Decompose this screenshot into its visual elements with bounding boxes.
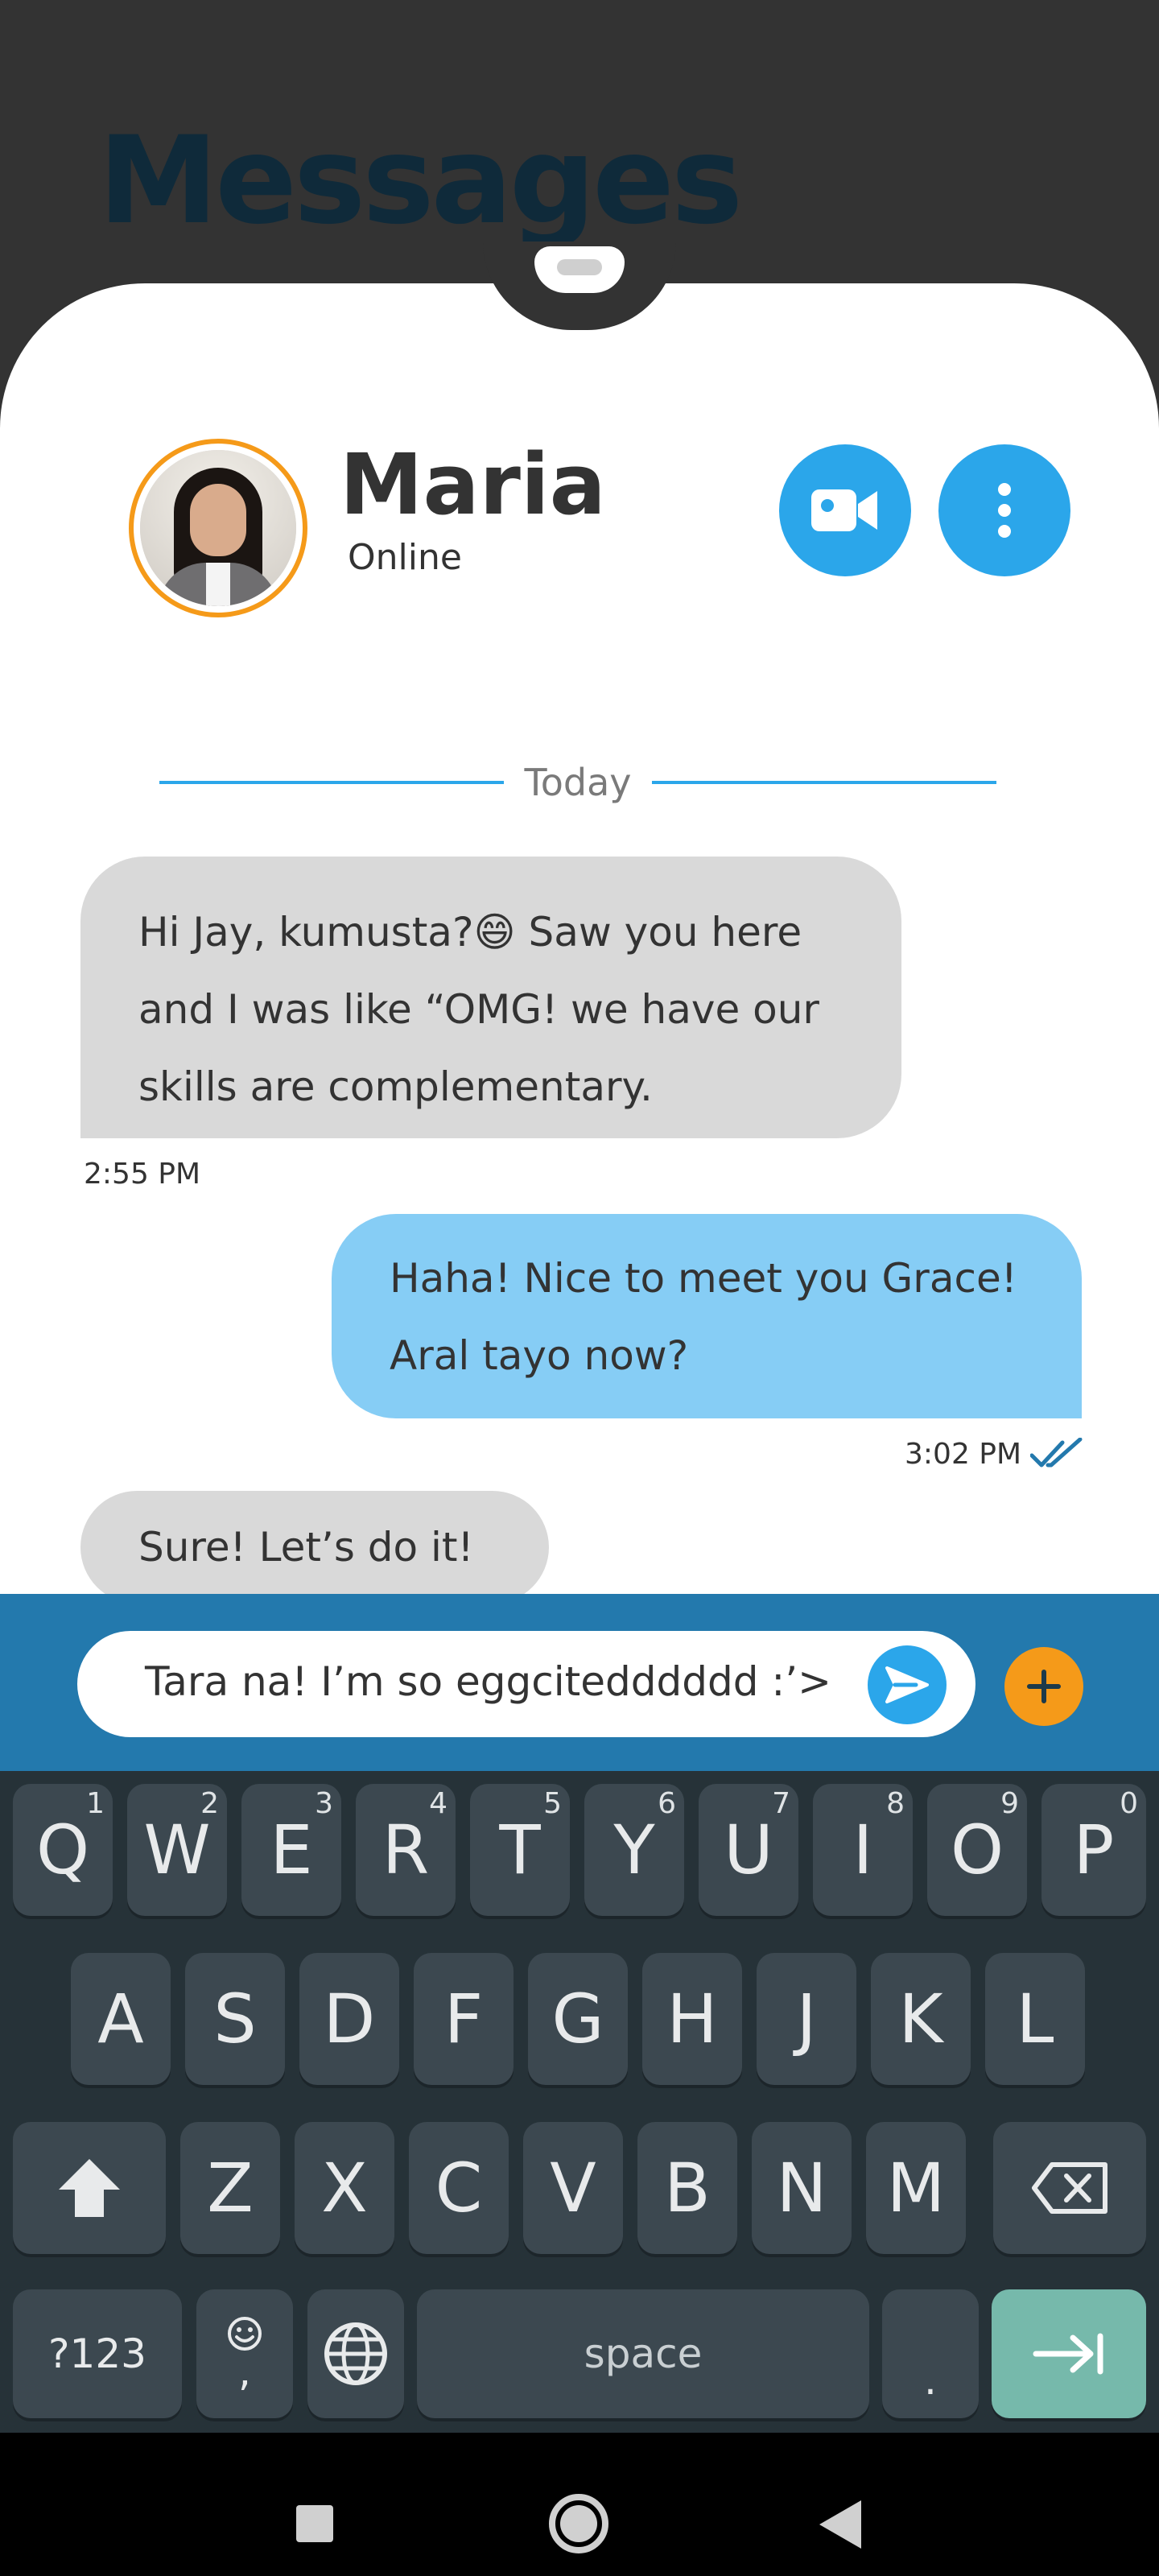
message-bubble-incoming[interactable]: Sure! Let’s do it! :) bbox=[80, 1491, 549, 1648]
key-s[interactable]: S bbox=[185, 1953, 285, 2085]
double-check-icon bbox=[1030, 1438, 1083, 1468]
key-m[interactable]: M bbox=[866, 2122, 966, 2254]
date-divider-label: Today bbox=[524, 761, 632, 804]
key-l[interactable]: L bbox=[985, 1953, 1085, 2085]
more-options-button[interactable] bbox=[938, 444, 1070, 576]
key-w[interactable]: W2 bbox=[127, 1784, 227, 1916]
tab-arrow-icon bbox=[1033, 2333, 1103, 2375]
back-button[interactable] bbox=[819, 2500, 861, 2549]
symbols-key[interactable]: ?123 bbox=[13, 2289, 182, 2418]
key-y[interactable]: Y6 bbox=[584, 1784, 684, 1916]
key-f[interactable]: F bbox=[414, 1953, 514, 2085]
avatar[interactable] bbox=[129, 439, 307, 617]
key-d[interactable]: D bbox=[299, 1953, 399, 2085]
backspace-icon bbox=[1032, 2162, 1107, 2214]
comma-label: , bbox=[238, 2348, 251, 2395]
key-v[interactable]: V bbox=[523, 2122, 623, 2254]
space-key[interactable]: space bbox=[417, 2289, 869, 2418]
date-divider-line-right bbox=[652, 781, 996, 784]
key-t[interactable]: T5 bbox=[470, 1784, 570, 1916]
contact-header: Maria Online bbox=[129, 436, 1079, 617]
drag-handle-pill bbox=[557, 259, 602, 275]
video-camera-icon bbox=[811, 489, 877, 531]
key-n[interactable]: N bbox=[752, 2122, 852, 2254]
message-timestamp: 2:55 PM bbox=[84, 1158, 201, 1191]
backspace-key[interactable] bbox=[993, 2122, 1146, 2254]
globe-icon bbox=[324, 2322, 387, 2385]
key-b[interactable]: B bbox=[637, 2122, 737, 2254]
emoji-comma-key[interactable]: , bbox=[196, 2289, 293, 2418]
system-navigation-bar bbox=[0, 2433, 1159, 2576]
key-p[interactable]: P0 bbox=[1041, 1784, 1146, 1916]
key-i[interactable]: I8 bbox=[813, 1784, 913, 1916]
key-q[interactable]: Q1 bbox=[13, 1784, 113, 1916]
shift-key[interactable] bbox=[13, 2122, 166, 2254]
message-bubble-incoming[interactable]: Hi Jay, kumusta?😄 Saw you here and I was… bbox=[80, 857, 901, 1138]
contact-status: Online bbox=[348, 537, 462, 578]
message-line: skills are complementary. bbox=[138, 1063, 653, 1110]
language-key[interactable] bbox=[307, 2289, 404, 2418]
more-vertical-icon bbox=[998, 483, 1011, 538]
message-timestamp: 3:02 PM bbox=[905, 1438, 1022, 1471]
key-z[interactable]: Z bbox=[180, 2122, 280, 2254]
avatar-photo bbox=[140, 450, 296, 606]
key-g[interactable]: G bbox=[528, 1953, 628, 2085]
date-divider-line-left bbox=[159, 781, 504, 784]
emoji-icon bbox=[228, 2317, 262, 2351]
key-h[interactable]: H bbox=[642, 1953, 742, 2085]
video-call-button[interactable] bbox=[779, 444, 911, 576]
key-r[interactable]: R4 bbox=[356, 1784, 456, 1916]
key-k[interactable]: K bbox=[871, 1953, 971, 2085]
message-line: Haha! Nice to meet you Grace! bbox=[390, 1255, 1017, 1302]
message-bubble-outgoing[interactable]: Haha! Nice to meet you Grace! Aral tayo … bbox=[332, 1214, 1082, 1418]
shift-arrow-icon bbox=[59, 2159, 120, 2217]
plus-icon bbox=[1027, 1670, 1061, 1703]
key-j[interactable]: J bbox=[757, 1953, 856, 2085]
keyboard: Q1 W2 E3 R4 T5 Y6 U7 I8 O9 P0 A S D F G … bbox=[0, 1771, 1159, 2433]
add-attachment-button[interactable] bbox=[1004, 1647, 1083, 1726]
key-x[interactable]: X bbox=[295, 2122, 394, 2254]
contact-name: Maria bbox=[340, 436, 606, 534]
send-button[interactable] bbox=[868, 1645, 947, 1724]
message-input-value: Tara na! I’m so eggcitedddddd :’> bbox=[145, 1658, 831, 1705]
key-u[interactable]: U7 bbox=[699, 1784, 798, 1916]
key-c[interactable]: C bbox=[409, 2122, 509, 2254]
home-button-dot bbox=[560, 2505, 597, 2542]
message-line: Aral tayo now? bbox=[390, 1332, 689, 1379]
enter-key[interactable] bbox=[992, 2289, 1146, 2418]
key-e[interactable]: E3 bbox=[241, 1784, 341, 1916]
send-icon bbox=[885, 1666, 929, 1703]
key-a[interactable]: A bbox=[71, 1953, 171, 2085]
message-line: Hi Jay, kumusta?😄 Saw you here bbox=[138, 909, 802, 956]
key-o[interactable]: O9 bbox=[927, 1784, 1027, 1916]
page-title: Messages bbox=[98, 111, 743, 251]
recent-apps-button[interactable] bbox=[296, 2505, 333, 2542]
period-key[interactable]: . bbox=[882, 2289, 979, 2418]
message-line: and I was like “OMG! we have our bbox=[138, 986, 819, 1033]
